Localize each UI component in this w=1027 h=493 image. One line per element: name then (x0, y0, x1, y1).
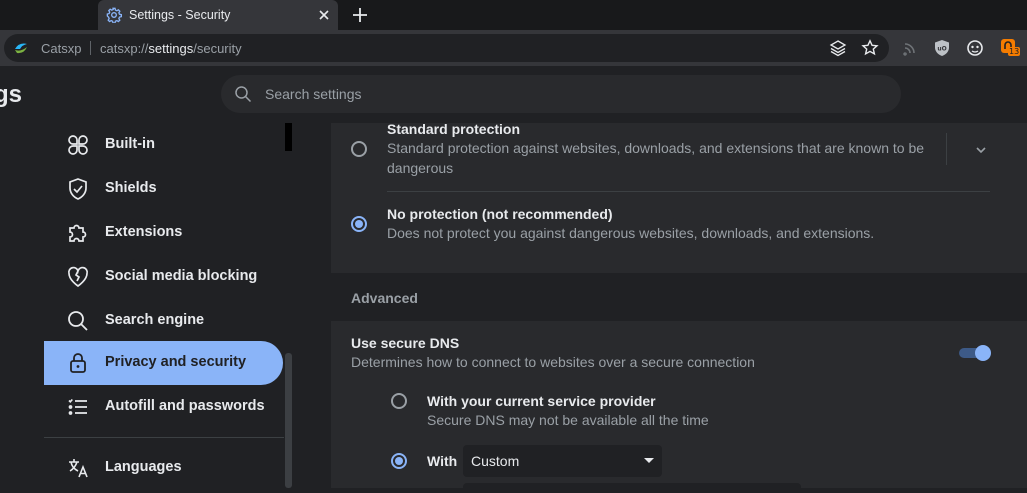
standard-protection-radio[interactable] (351, 141, 367, 157)
sidebar-item-label: Built-in (105, 136, 155, 152)
current-provider-desc: Secure DNS may not be available all the … (427, 412, 709, 428)
close-icon[interactable] (316, 7, 332, 23)
sidebar-item-search-engine[interactable]: Search engine (44, 299, 283, 343)
search-icon (235, 86, 252, 103)
custom-dns-input[interactable] (463, 483, 801, 493)
secure-dns-desc: Determines how to connect to websites ov… (351, 354, 755, 370)
sidebar-item-label: Languages (105, 459, 182, 475)
sidebar-item-label: Shields (105, 180, 157, 196)
tab-settings-security[interactable]: Settings - Security (98, 0, 338, 30)
extension-badge-count: 13 (1008, 47, 1021, 56)
sidebar-item-shields[interactable]: Shields (44, 167, 283, 211)
page-title: Settings (0, 81, 22, 108)
puzzle-icon (69, 224, 87, 242)
dns-provider-select[interactable]: Custom (463, 445, 662, 477)
svg-text:uO: uO (937, 46, 946, 53)
no-protection-title: No protection (not recommended) (387, 206, 613, 222)
dns-provider-selected: Custom (471, 453, 520, 469)
heart-broken-icon (67, 266, 89, 288)
sidebar-item-label: Autofill and passwords (105, 398, 265, 414)
chevron-down-icon[interactable] (974, 143, 988, 157)
settings-header: Settings (0, 66, 1027, 123)
shield-icon (69, 178, 87, 200)
sidebar-item-social-media-blocking[interactable]: Social media blocking (44, 255, 283, 299)
advanced-section-label: Advanced (351, 290, 418, 306)
search-settings-box[interactable] (221, 75, 901, 113)
sidebar-item-label: Social media blocking (105, 268, 258, 284)
gear-icon (106, 7, 122, 23)
sidebar-item-autofill-and-passwords[interactable]: Autofill and passwords (44, 385, 283, 429)
extension-cat-icon[interactable] (966, 39, 984, 57)
sidebar-item-label: Privacy and security (105, 354, 247, 370)
layers-icon[interactable] (829, 39, 847, 57)
search-input[interactable] (265, 84, 865, 104)
advanced-header-band (331, 273, 1027, 321)
toggle-knob (975, 345, 991, 361)
no-protection-desc: Does not protect you against dangerous w… (387, 225, 875, 241)
omnibox-divider (90, 41, 91, 55)
sidebar-item-extensions[interactable]: Extensions (44, 211, 283, 255)
secure-dns-toggle[interactable] (959, 345, 991, 361)
tab-strip: Settings - Security (0, 0, 1027, 30)
translate-icon (69, 459, 88, 478)
extension-badge-button[interactable]: 13 (999, 37, 1021, 59)
lock-icon (70, 353, 86, 373)
rss-icon[interactable] (901, 39, 919, 57)
sidebar-item-privacy-and-security[interactable]: Privacy and security (44, 341, 283, 385)
built-in-icon (68, 135, 88, 155)
custom-provider-label: With (427, 453, 458, 469)
sidebar-item-built-in[interactable]: Built-in (44, 123, 283, 167)
current-provider-radio[interactable] (391, 393, 407, 409)
tab-title: Settings - Security (129, 8, 231, 22)
current-provider-title: With your current service provider (427, 393, 656, 409)
ublock-shield-icon[interactable]: uO (933, 39, 951, 57)
toolbar: Catsxp catsxp://settings/security uO 13 (0, 30, 1027, 66)
main-content: Standard protection Standard protection … (292, 121, 1027, 493)
sidebar-divider (44, 437, 284, 438)
browser-brand: Catsxp (41, 41, 82, 56)
url-text: catsxp://settings/security (100, 41, 242, 56)
secure-dns-title: Use secure DNS (351, 335, 460, 351)
expand-divider (946, 133, 947, 165)
address-bar[interactable]: Catsxp catsxp://settings/security (4, 34, 889, 62)
standard-protection-desc: Standard protection against websites, do… (387, 140, 925, 176)
new-tab-icon[interactable] (350, 5, 370, 25)
safe-browsing-card: Standard protection Standard protection … (331, 121, 1027, 493)
sidebar: Built-in Shields Extensions Social media… (0, 123, 292, 488)
bookmark-star-icon[interactable] (861, 39, 879, 57)
sidebar-item-languages[interactable]: Languages (44, 446, 283, 490)
standard-protection-title: Standard protection (387, 121, 521, 137)
sidebar-item-label: Extensions (105, 224, 183, 240)
sidebar-scrollbar-thumb[interactable] (285, 353, 292, 488)
search-icon (68, 311, 88, 331)
row-divider (387, 191, 990, 192)
catsxp-logo-icon (15, 43, 27, 54)
sidebar-item-label: Search engine (105, 312, 205, 328)
custom-provider-radio[interactable] (391, 453, 407, 469)
scrollbar-top (285, 123, 292, 151)
no-protection-radio[interactable] (351, 216, 367, 232)
chevron-down-icon (644, 458, 654, 463)
list-icon (68, 398, 87, 415)
